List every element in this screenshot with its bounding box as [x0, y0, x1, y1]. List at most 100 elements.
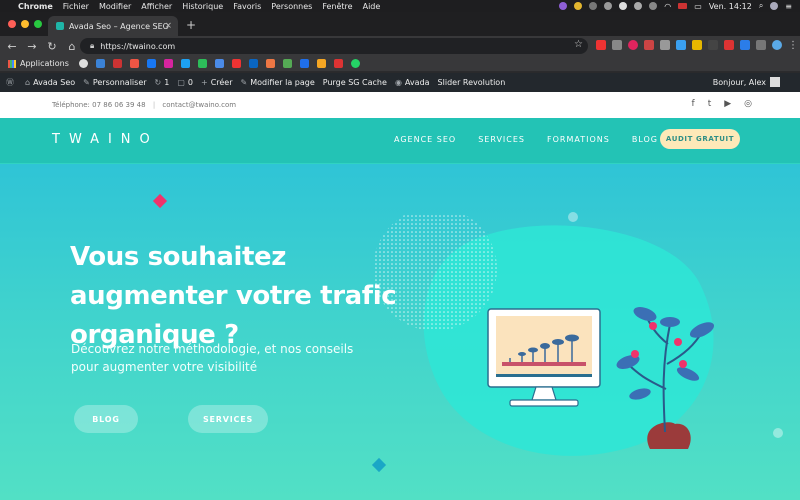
youtube-icon[interactable]: ▶ [724, 99, 731, 109]
lock-icon: 🔒︎ [90, 41, 95, 50]
apps-grid-icon [8, 59, 16, 68]
menu-aide[interactable]: Aide [363, 2, 381, 11]
new-tab-button[interactable]: + [186, 18, 196, 32]
bookmark-icon[interactable] [333, 59, 343, 68]
status-app-icon[interactable] [574, 2, 583, 10]
nav-formations[interactable]: FORMATIONS [547, 135, 610, 144]
bookmark-icon[interactable] [112, 59, 122, 68]
status-app-icon[interactable] [589, 2, 598, 10]
refresh-icon: ↻ [154, 78, 162, 87]
extension-icon[interactable] [612, 40, 622, 50]
wp-site-label: Avada Seo [33, 78, 76, 87]
facebook-icon[interactable]: f [692, 99, 695, 109]
menu-fichier[interactable]: Fichier [63, 2, 89, 11]
wp-updates[interactable]: ↻ 1 [155, 78, 170, 87]
user-icon[interactable] [770, 2, 779, 10]
wp-slider-revolution[interactable]: Slider Revolution [438, 78, 506, 87]
twitter-icon[interactable] [180, 59, 190, 68]
wifi-icon[interactable]: ◠ [664, 2, 671, 11]
linkedin-icon[interactable] [248, 59, 258, 68]
menu-fenetre[interactable]: Fenêtre [322, 2, 352, 11]
bookmark-icon[interactable] [299, 59, 309, 68]
bookmark-icon[interactable] [95, 59, 105, 68]
reload-icon[interactable]: ↻ [44, 40, 60, 53]
menu-modifier[interactable]: Modifier [99, 2, 131, 11]
browser-tab-active[interactable]: Avada Seo – Agence SEO × [48, 16, 178, 36]
zoom-window-button[interactable] [34, 20, 42, 28]
address-bar[interactable]: 🔒︎ https://twaino.com [80, 38, 588, 54]
extension-icon[interactable] [676, 40, 686, 50]
extension-icon[interactable] [596, 40, 606, 50]
site-header: TWAINO AGENCE SEO SERVICES FORMATIONS BL… [0, 118, 800, 164]
search-icon[interactable]: ⌕ [759, 1, 763, 11]
audit-gratuit-button[interactable]: AUDIT GRATUIT [660, 129, 740, 149]
twitter-icon[interactable]: t [708, 99, 712, 109]
extension-icon[interactable] [724, 40, 734, 50]
close-tab-icon[interactable]: × [164, 21, 172, 31]
close-window-button[interactable] [8, 20, 16, 28]
site-logo[interactable]: TWAINO [52, 132, 159, 147]
tab-title: Avada Seo – Agence SEO [69, 21, 169, 31]
brush-icon: ✎ [83, 78, 90, 87]
wp-avada[interactable]: ◉ Avada [395, 78, 430, 87]
profile-avatar[interactable] [772, 40, 782, 50]
nav-services[interactable]: SERVICES [478, 135, 525, 144]
bookmark-icon[interactable] [129, 59, 139, 68]
email-link[interactable]: contact@twaino.com [162, 101, 236, 109]
menu-favoris[interactable]: Favoris [233, 2, 261, 11]
wp-site-name[interactable]: ⌂ Avada Seo [25, 78, 75, 87]
nav-blog[interactable]: BLOG [632, 135, 658, 144]
wp-edit-page[interactable]: ✎ Modifier la page [241, 78, 315, 87]
status-app-icon[interactable] [559, 2, 568, 10]
flag-fr-icon[interactable] [678, 3, 688, 9]
extension-icon[interactable] [660, 40, 670, 50]
extensions: ⋮ [596, 40, 798, 51]
extension-icon[interactable] [708, 40, 718, 50]
extension-icon[interactable] [644, 40, 654, 50]
bookmark-icon[interactable] [316, 59, 326, 68]
instagram-icon[interactable] [163, 59, 173, 68]
bookmark-icon[interactable] [265, 59, 275, 68]
hero-blog-button[interactable]: BLOG [74, 405, 138, 433]
whatsapp-icon[interactable] [350, 59, 360, 68]
wp-comments[interactable]: ▢ 0 [177, 78, 193, 87]
menu-afficher[interactable]: Afficher [141, 2, 172, 11]
wp-create[interactable]: + Créer [201, 78, 233, 87]
status-app-icon[interactable] [604, 2, 613, 10]
control-center-icon[interactable]: ≡ [785, 2, 792, 11]
more-menu-icon[interactable]: ⋮ [788, 40, 798, 51]
bookmark-icon[interactable] [231, 59, 241, 68]
nav-agence-seo[interactable]: AGENCE SEO [394, 135, 456, 144]
pinterest-icon[interactable] [628, 40, 638, 50]
wp-logo-icon[interactable]: Ⓦ [6, 77, 17, 88]
facebook-icon[interactable] [146, 59, 156, 68]
bookmark-apps[interactable]: Applications [8, 59, 69, 68]
cloud-icon[interactable] [619, 2, 628, 10]
battery-icon[interactable]: ▭ [694, 2, 702, 11]
menu-app-name[interactable]: Chrome [18, 2, 53, 11]
wp-account[interactable]: Bonjour, Alex [713, 77, 780, 87]
minimize-window-button[interactable] [21, 20, 29, 28]
bookmark-star-icon[interactable]: ☆ [574, 39, 583, 50]
extension-icon[interactable] [756, 40, 766, 50]
menu-clock[interactable]: Ven. 14:12 [709, 2, 752, 11]
wp-customize[interactable]: ✎ Personnaliser [83, 78, 146, 87]
status-app-icon[interactable] [634, 2, 643, 10]
extension-icon[interactable] [740, 40, 750, 50]
forward-arrow-icon[interactable]: → [24, 40, 40, 53]
menu-personnes[interactable]: Personnes [271, 2, 312, 11]
instagram-icon[interactable]: ◎ [744, 99, 752, 109]
bookmark-icon[interactable] [214, 59, 224, 68]
bookmark-icon[interactable] [197, 59, 207, 68]
wp-purge-cache[interactable]: Purge SG Cache [323, 78, 387, 87]
menu-historique[interactable]: Historique [182, 2, 223, 11]
bookmark-icon[interactable] [282, 59, 292, 68]
wp-create-label: Créer [210, 78, 233, 87]
extension-icon[interactable] [692, 40, 702, 50]
back-arrow-icon[interactable]: ← [4, 40, 20, 53]
home-icon[interactable]: ⌂ [64, 40, 80, 53]
status-app-icon[interactable] [649, 2, 658, 10]
hero-services-button[interactable]: SERVICES [188, 405, 268, 433]
menu-bar-status: ◠ ▭ Ven. 14:12 ⌕ ≡ [559, 0, 792, 12]
bookmark-icon[interactable] [78, 59, 88, 68]
